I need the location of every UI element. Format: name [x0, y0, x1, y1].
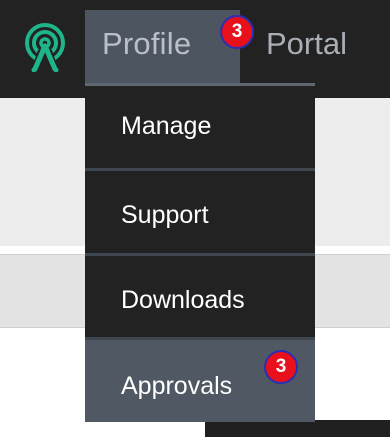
nav-profile-label: Profile — [102, 26, 192, 61]
menu-item-label: Approvals — [121, 372, 233, 400]
nav-portal[interactable]: Portal — [240, 10, 390, 83]
nav-portal-label: Portal — [266, 26, 347, 61]
page-dark-strip — [205, 420, 390, 437]
nav-profile[interactable]: Profile — [85, 10, 240, 83]
menu-item-label: Manage — [121, 112, 212, 140]
menu-item-label: Downloads — [121, 286, 245, 314]
menu-item-approvals[interactable]: Approvals 3 — [85, 337, 315, 422]
signal-tower-logo-icon[interactable] — [22, 22, 68, 73]
approvals-notification-badge: 3 — [264, 350, 298, 384]
menu-item-label: Support — [121, 201, 209, 229]
menu-item-manage[interactable]: Manage — [85, 86, 315, 168]
menu-item-support[interactable]: Support — [85, 168, 315, 253]
menu-item-downloads[interactable]: Downloads — [85, 253, 315, 337]
profile-dropdown-menu: Manage Support Downloads Approvals 3 — [85, 86, 315, 422]
